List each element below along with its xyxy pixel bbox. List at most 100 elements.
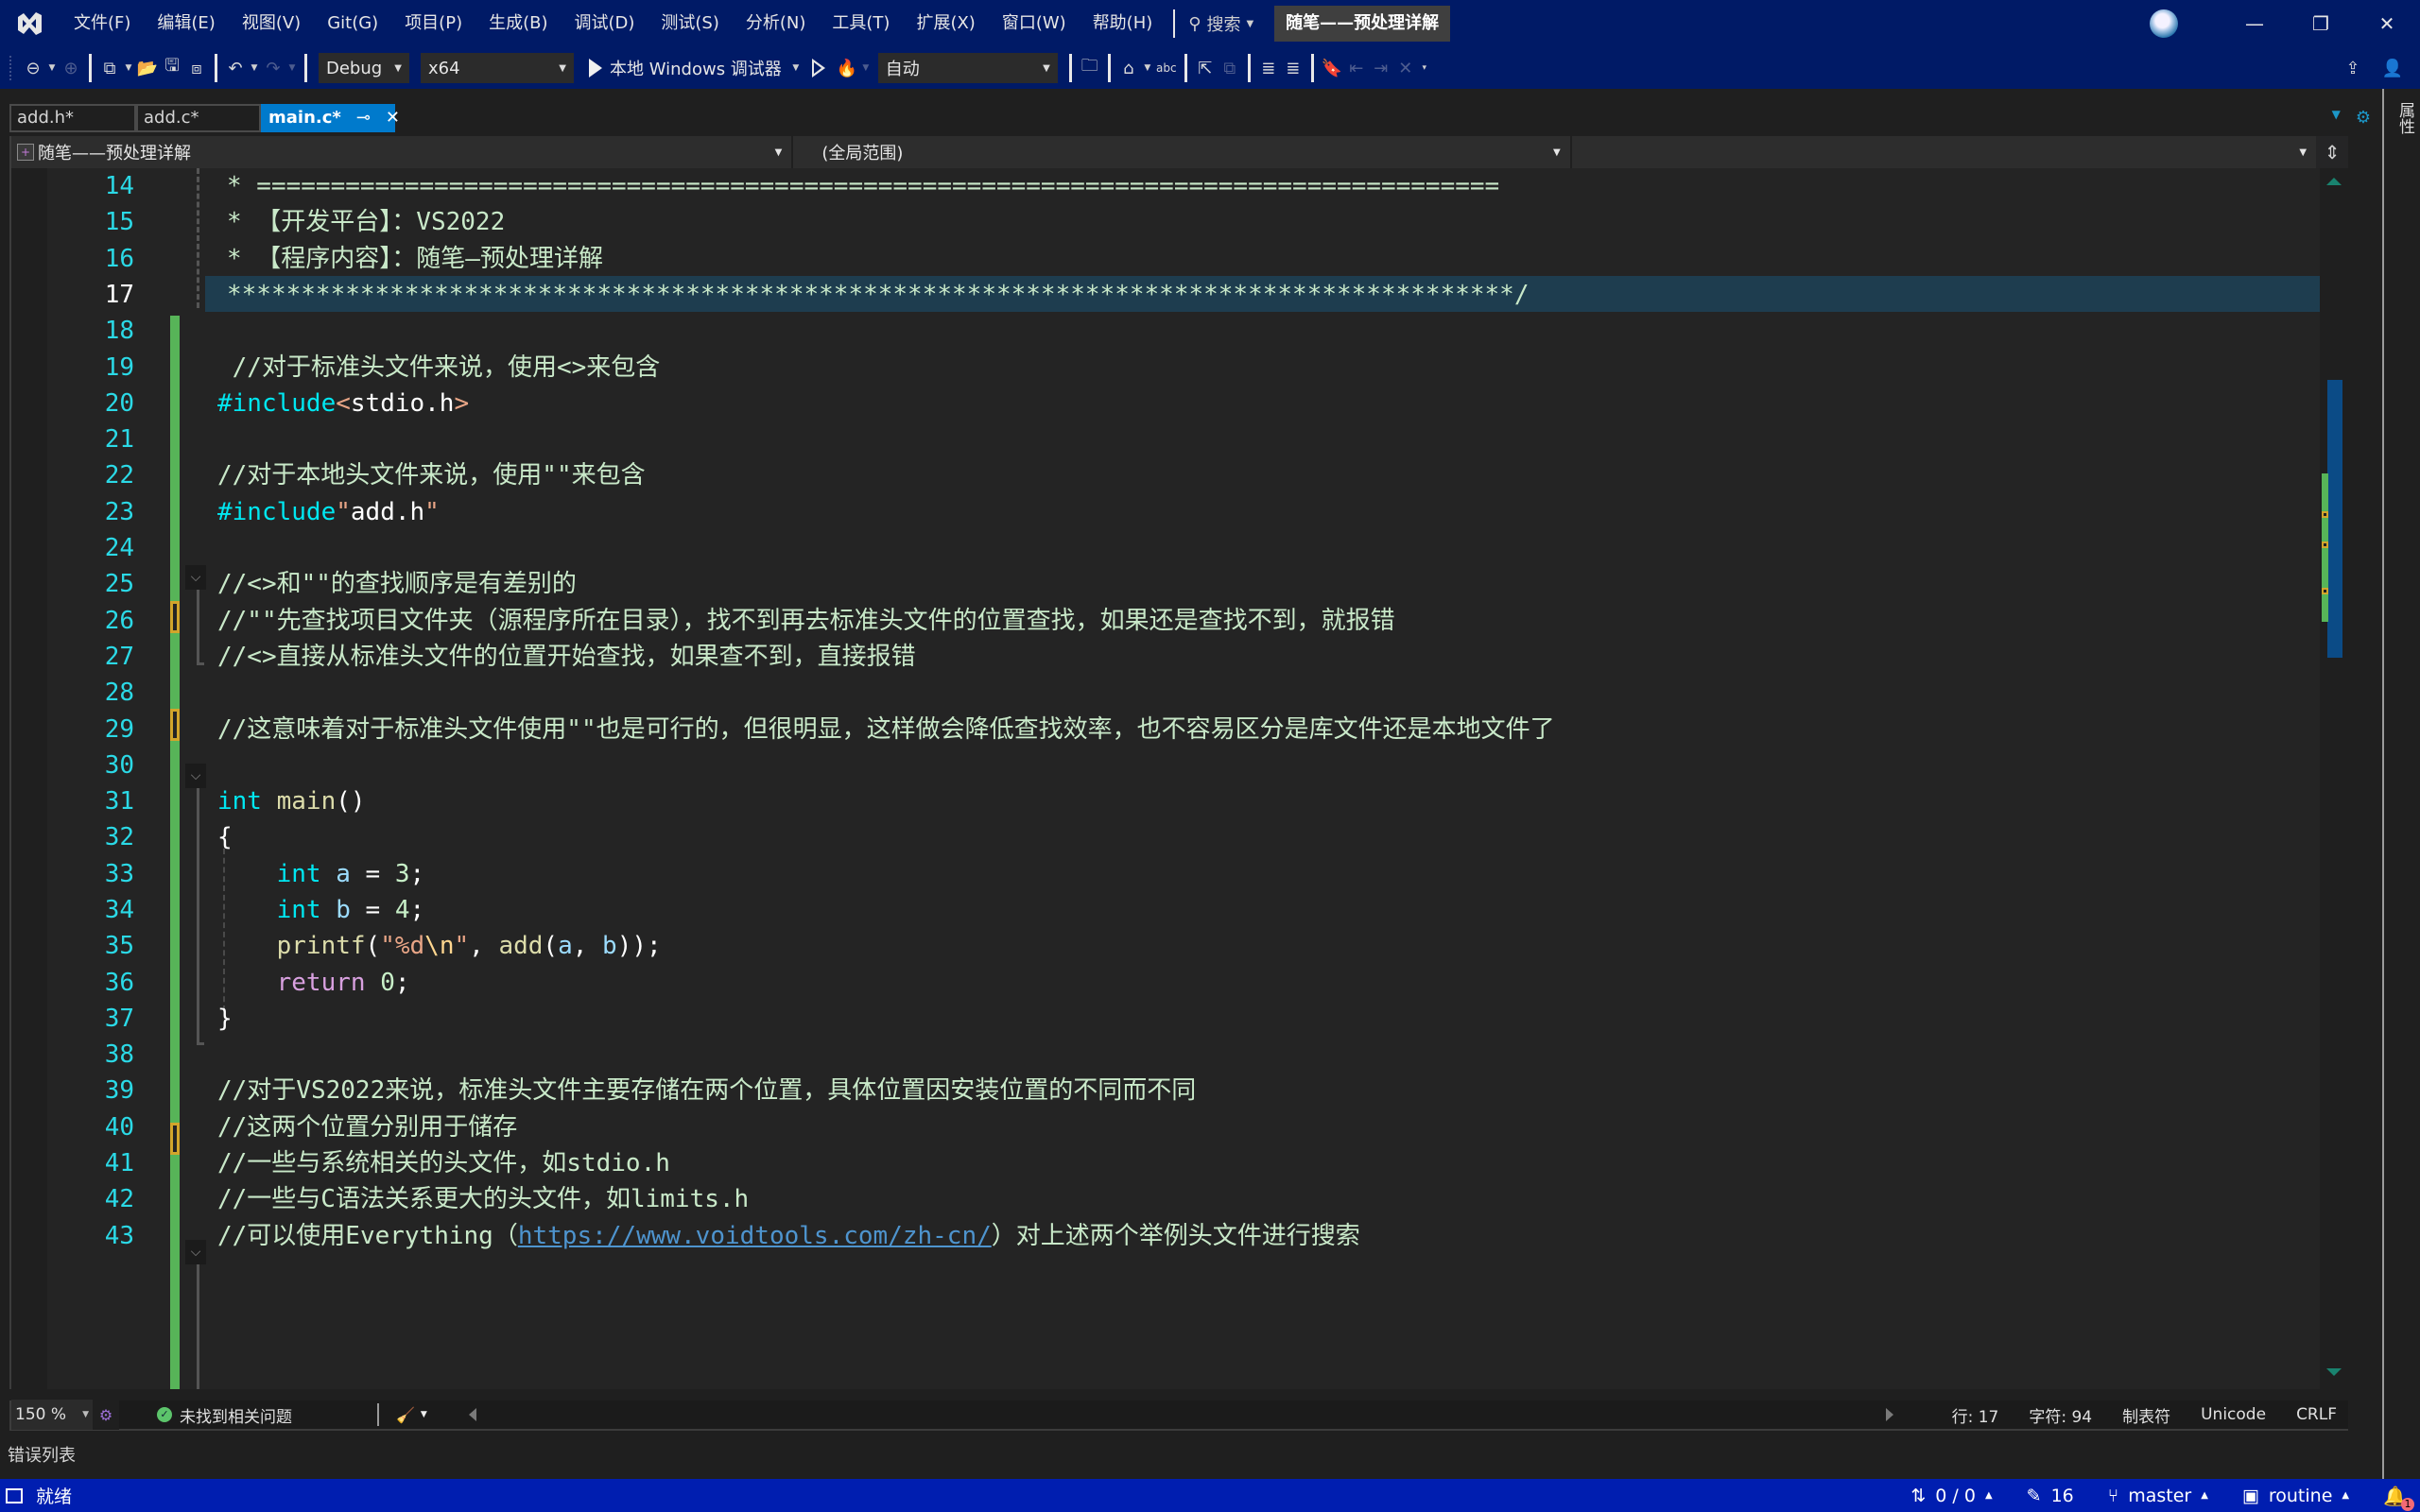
code-line[interactable]: #include"add.h"	[11, 494, 2348, 530]
menu-tools[interactable]: 工具(T)	[819, 0, 903, 47]
code-line[interactable]: //<>直接从标准头文件的位置开始查找，如果查不到，直接报错	[11, 639, 2348, 675]
zoom-level-dropdown[interactable]: 150 % ▼	[11, 1400, 93, 1430]
chevron-down-icon[interactable]: ▼	[285, 63, 299, 73]
spell-check-icon[interactable]: abc	[1154, 54, 1179, 82]
open-file-icon[interactable]: 📂	[135, 54, 160, 82]
window-layout-icon[interactable]: ⌂	[1116, 54, 1141, 82]
chevron-down-icon[interactable]: ▼	[1141, 63, 1154, 73]
menu-debug[interactable]: 调试(D)	[562, 0, 648, 47]
branch-button[interactable]: ⑂ master ▲	[2108, 1486, 2208, 1506]
save-all-icon[interactable]: ⧈	[184, 54, 209, 82]
redo-icon[interactable]: ↷	[261, 54, 285, 82]
repository-button[interactable]: ▣ routine ▲	[2242, 1486, 2349, 1506]
code-line[interactable]: int a = 3;	[11, 856, 2348, 892]
code-line[interactable]	[11, 530, 2348, 566]
scope-dropdown[interactable]: (全局范围) ▼	[791, 136, 1569, 168]
start-debugging-button[interactable]: 本地 Windows 调试器 ▼	[589, 56, 803, 80]
next-bookmark-icon[interactable]: ⇥	[1369, 54, 1393, 82]
menu-edit[interactable]: 编辑(E)	[144, 0, 228, 47]
code-line[interactable]: //可以使用Everything（https://www.voidtools.c…	[11, 1218, 2348, 1254]
toolbar-overflow-icon[interactable]: ▾	[1418, 63, 1431, 73]
code-line[interactable]: //<>和""的查找顺序是有差别的	[11, 566, 2348, 602]
new-project-icon[interactable]: ⧉	[97, 54, 122, 82]
tab-main-c[interactable]: main.c* ⊸ ✕	[261, 104, 400, 132]
menu-analyze[interactable]: 分析(N)	[733, 0, 820, 47]
code-line[interactable]	[11, 1037, 2348, 1073]
menu-window[interactable]: 窗口(W)	[989, 0, 1080, 47]
bookmark-icon[interactable]: 🔖	[1320, 54, 1344, 82]
chevron-down-icon[interactable]: ▼	[45, 63, 59, 73]
properties-tab[interactable]: 属性	[2394, 102, 2417, 134]
scroll-up-icon[interactable]	[2326, 178, 2342, 185]
restore-button[interactable]: ❐	[2288, 0, 2354, 47]
configuration-dropdown[interactable]: Debug ▼	[319, 53, 409, 83]
code-line[interactable]: * ======================================…	[11, 168, 2348, 204]
pending-changes-button[interactable]: ✎ 16	[2027, 1486, 2074, 1506]
toolbar-grip[interactable]	[9, 56, 13, 80]
hyperlink[interactable]: https://www.voidtools.com/zh-cn/	[518, 1222, 992, 1250]
code-line[interactable]: {	[11, 819, 2348, 855]
find-in-files-icon[interactable]: 🗀	[1078, 54, 1102, 82]
code-line[interactable]: //这两个位置分别用于储存	[11, 1109, 2348, 1145]
code-line[interactable]: printf("%d\n", add(a, b));	[11, 928, 2348, 964]
pin-tab-icon[interactable]: ⊸	[356, 106, 371, 130]
code-line[interactable]	[11, 421, 2348, 457]
output-icon[interactable]	[6, 1487, 23, 1503]
navigate-back-icon[interactable]: ⊖	[21, 54, 45, 82]
close-button[interactable]: ✕	[2354, 0, 2420, 47]
line-ending[interactable]: CRLF	[2296, 1405, 2337, 1424]
search-button[interactable]: ⚲ 搜索 ▼	[1188, 11, 1253, 36]
project-dropdown[interactable]: + 随笔——预处理详解 ▼	[11, 136, 791, 168]
indent-icon[interactable]: ≣	[1256, 54, 1281, 82]
menu-project[interactable]: 项目(P)	[391, 0, 475, 47]
code-line[interactable]: //一些与系统相关的头文件，如stdio.h	[11, 1145, 2348, 1181]
previous-bookmark-icon[interactable]: ⇤	[1344, 54, 1369, 82]
encoding[interactable]: Unicode	[2201, 1405, 2266, 1424]
code-cleanup-button[interactable]: 🧹 ▼	[396, 1406, 427, 1424]
code-line[interactable]: * 【开发平台】：VS2022	[11, 204, 2348, 240]
account-avatar[interactable]	[2150, 9, 2178, 38]
code-editor[interactable]: ⌵ ⌵ ⌵ 14 * ==============================…	[9, 168, 2348, 1389]
code-line[interactable]: int b = 4;	[11, 892, 2348, 928]
scrollbar-thumb[interactable]	[2327, 380, 2342, 658]
chevron-down-icon[interactable]: ▼	[789, 63, 803, 73]
clear-bookmarks-icon[interactable]: ✕	[1393, 54, 1418, 82]
code-line[interactable]: //""先查找项目文件夹（源程序所在目录），找不到再去标准头文件的位置查找，如果…	[11, 603, 2348, 639]
code-line[interactable]: //一些与C语法关系更大的头文件，如limits.h	[11, 1181, 2348, 1217]
menu-build[interactable]: 生成(B)	[475, 0, 561, 47]
code-line[interactable]: return 0;	[11, 965, 2348, 1001]
char-indicator[interactable]: 字符: 94	[2029, 1403, 2092, 1427]
git-sync-button[interactable]: ⇅ 0 / 0 ▲	[1910, 1486, 1992, 1506]
menu-git[interactable]: Git(G)	[314, 0, 391, 47]
tab-list-dropdown-icon[interactable]: ▼	[2332, 108, 2341, 128]
indent-mode[interactable]: 制表符	[2122, 1403, 2170, 1427]
code-line[interactable]	[11, 675, 2348, 711]
menu-extensions[interactable]: 扩展(X)	[903, 0, 988, 47]
code-line[interactable]: //对于标准头文件来说，使用<>来包含	[11, 350, 2348, 386]
code-line[interactable]: ****************************************…	[11, 277, 2348, 313]
line-indicator[interactable]: 行: 17	[1952, 1403, 1999, 1427]
stack-frame-dropdown[interactable]: 自动 ▼	[877, 53, 1058, 83]
navigate-forward-icon[interactable]: ⊕	[59, 54, 83, 82]
chevron-down-icon[interactable]: ▼	[248, 63, 261, 73]
platform-dropdown[interactable]: x64 ▼	[421, 53, 574, 83]
intellicode-icon[interactable]: ⚙	[93, 1400, 119, 1430]
code-line[interactable]	[11, 313, 2348, 349]
minimize-button[interactable]: —	[2221, 0, 2288, 47]
close-tab-icon[interactable]: ✕	[386, 106, 400, 130]
chevron-down-icon[interactable]: ▼	[122, 63, 135, 73]
menu-help[interactable]: 帮助(H)	[1080, 0, 1167, 47]
hot-reload-icon[interactable]: 🔥	[835, 54, 859, 82]
code-line[interactable]: * 【程序内容】：随笔—预处理详解	[11, 241, 2348, 277]
gear-icon[interactable]: ⚙	[2356, 108, 2371, 128]
error-list-tab[interactable]: 错误列表	[8, 1442, 76, 1467]
menu-file[interactable]: 文件(F)	[60, 0, 144, 47]
scroll-down-icon[interactable]	[2326, 1368, 2342, 1376]
tab-add-c[interactable]: add.c*	[136, 104, 261, 132]
undo-icon[interactable]: ↶	[223, 54, 248, 82]
save-icon[interactable]: 🖫	[160, 54, 184, 82]
notifications-button[interactable]: 🔔 1	[2383, 1485, 2414, 1511]
code-line[interactable]: //对于本地头文件来说，使用""来包含	[11, 457, 2348, 493]
live-share-icon[interactable]: ⇪	[2341, 54, 2365, 82]
code-line[interactable]	[11, 747, 2348, 783]
